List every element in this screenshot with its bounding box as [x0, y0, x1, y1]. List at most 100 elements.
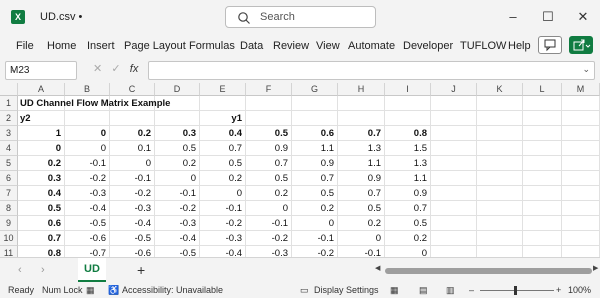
cell-value[interactable]: -0.5 — [67, 216, 110, 231]
cell-y1-header[interactable]: 0.4 — [202, 126, 246, 141]
sheet-stats-icon[interactable]: ▦ — [86, 285, 95, 296]
status-display-settings[interactable]: Display Settings — [314, 285, 379, 295]
cell-value[interactable]: 0.2 — [294, 201, 338, 216]
cell-value[interactable]: -0.1 — [202, 201, 246, 216]
check-icon[interactable]: ✓ — [111, 63, 120, 75]
cell-value[interactable]: 0.9 — [248, 141, 292, 156]
cell-value[interactable]: 0.7 — [387, 201, 431, 216]
cell-value[interactable]: -0.3 — [202, 231, 246, 246]
row-header-5[interactable]: 5 — [0, 156, 18, 171]
cell-y2-value[interactable]: 0.3 — [20, 171, 65, 186]
minimize-button[interactable]: – — [502, 7, 524, 27]
column-header-l[interactable]: L — [523, 83, 562, 96]
scroll-left-icon[interactable]: ◀ — [375, 264, 380, 272]
cell-y1-header[interactable]: 0.6 — [294, 126, 338, 141]
cell-y1-label[interactable]: y1 — [202, 111, 246, 126]
scroll-right-icon[interactable]: ▶ — [593, 264, 598, 272]
page-break-view-icon[interactable]: ▥ — [446, 285, 455, 296]
cell-value[interactable]: 1.1 — [340, 156, 385, 171]
cell-value[interactable]: -0.3 — [67, 186, 110, 201]
row-header-2[interactable]: 2 — [0, 111, 18, 126]
cell-y2-value[interactable]: 0.4 — [20, 186, 65, 201]
cell-value[interactable]: 0.7 — [202, 141, 246, 156]
cell-value[interactable]: 0 — [248, 201, 292, 216]
cell-value[interactable]: -0.4 — [157, 231, 200, 246]
column-header-f[interactable]: F — [246, 83, 292, 96]
cell-value[interactable]: 0.7 — [294, 171, 338, 186]
cell-value[interactable]: -0.1 — [294, 231, 338, 246]
display-settings-icon[interactable]: ▭ — [300, 285, 309, 296]
select-all-corner[interactable] — [0, 83, 18, 96]
menu-page-layout[interactable]: Page Layout — [124, 40, 186, 52]
cell-value[interactable]: 0.5 — [157, 141, 200, 156]
row-header-3[interactable]: 3 — [0, 126, 18, 141]
cell-value[interactable]: 0.2 — [202, 171, 246, 186]
column-header-g[interactable]: G — [292, 83, 338, 96]
cell-value[interactable]: 0 — [340, 231, 385, 246]
cell-value[interactable]: 0.5 — [202, 156, 246, 171]
column-header-e[interactable]: E — [200, 83, 246, 96]
cell-value[interactable]: 0 — [202, 186, 246, 201]
row-header-6[interactable]: 6 — [0, 171, 18, 186]
menu-help[interactable]: Help — [508, 40, 531, 52]
chevron-down-icon[interactable]: ⌄ — [582, 64, 590, 75]
row-header-10[interactable]: 10 — [0, 231, 18, 246]
cell-value[interactable]: 0.9 — [294, 156, 338, 171]
normal-view-icon[interactable]: ▦ — [390, 285, 399, 296]
chevron-right-icon[interactable]: › — [41, 264, 45, 276]
cell-value[interactable]: 0 — [157, 171, 200, 186]
cell-value[interactable]: -0.1 — [112, 171, 155, 186]
cell-y1-header[interactable]: 0.8 — [387, 126, 431, 141]
cell-value[interactable]: -0.5 — [112, 231, 155, 246]
row-header-4[interactable]: 4 — [0, 141, 18, 156]
cell-value[interactable]: -0.3 — [157, 216, 200, 231]
row-header-9[interactable]: 9 — [0, 216, 18, 231]
restore-button[interactable]: ☐ — [537, 7, 559, 27]
cell-value[interactable]: -0.6 — [67, 231, 110, 246]
cell-value[interactable]: -0.6 — [112, 246, 155, 257]
cell-y2-value[interactable]: 0.6 — [20, 216, 65, 231]
cell-value[interactable]: 1.3 — [387, 156, 431, 171]
column-header-a[interactable]: A — [18, 83, 65, 96]
menu-review[interactable]: Review — [273, 40, 309, 52]
formula-input[interactable]: ⌄ — [148, 61, 595, 80]
cell-value[interactable]: -0.2 — [67, 171, 110, 186]
cell-value[interactable]: 0.9 — [387, 186, 431, 201]
add-sheet-button[interactable]: + — [137, 262, 145, 278]
cell-value[interactable]: -0.2 — [157, 201, 200, 216]
cell-value[interactable]: -0.2 — [112, 186, 155, 201]
cell-value[interactable]: 1.5 — [387, 141, 431, 156]
zoom-slider-thumb[interactable] — [514, 286, 517, 295]
sheet-tab-ud[interactable]: UD — [78, 258, 106, 282]
cell-value[interactable]: -0.3 — [248, 246, 292, 257]
column-header-b[interactable]: B — [65, 83, 110, 96]
row-header-7[interactable]: 7 — [0, 186, 18, 201]
horizontal-scrollbar[interactable] — [385, 268, 592, 274]
cell-y2-value[interactable]: 0.5 — [20, 201, 65, 216]
cell-y2-value[interactable]: 0.8 — [20, 246, 65, 257]
column-header-k[interactable]: K — [477, 83, 523, 96]
spreadsheet-grid[interactable]: ABCDEFGHIJKLM123456789101112UD Channel F… — [0, 83, 600, 257]
cell-value[interactable]: -0.2 — [248, 231, 292, 246]
cell-value[interactable]: 0.5 — [387, 216, 431, 231]
cell-value[interactable]: -0.4 — [112, 216, 155, 231]
cell-value[interactable]: -0.5 — [157, 246, 200, 257]
column-header-c[interactable]: C — [110, 83, 155, 96]
menu-insert[interactable]: Insert — [87, 40, 115, 52]
cell-value[interactable]: 0.7 — [340, 186, 385, 201]
share-button[interactable] — [569, 36, 593, 54]
cell-value[interactable]: -0.4 — [67, 201, 110, 216]
cell-value[interactable]: -0.7 — [67, 246, 110, 257]
status-accessibility[interactable]: Accessibility: Unavailable — [122, 285, 223, 295]
zoom-slider[interactable] — [480, 290, 554, 291]
chevron-left-icon[interactable]: ‹ — [18, 264, 22, 276]
column-header-i[interactable]: I — [385, 83, 431, 96]
file-name[interactable]: UD.csv • — [40, 11, 82, 23]
search-box[interactable]: Search — [225, 6, 376, 28]
row-header-11[interactable]: 11 — [0, 246, 18, 257]
menu-data[interactable]: Data — [240, 40, 263, 52]
menu-home[interactable]: Home — [47, 40, 76, 52]
column-header-h[interactable]: H — [338, 83, 385, 96]
cell-value[interactable]: 0 — [67, 141, 110, 156]
menu-developer[interactable]: Developer — [403, 40, 453, 52]
